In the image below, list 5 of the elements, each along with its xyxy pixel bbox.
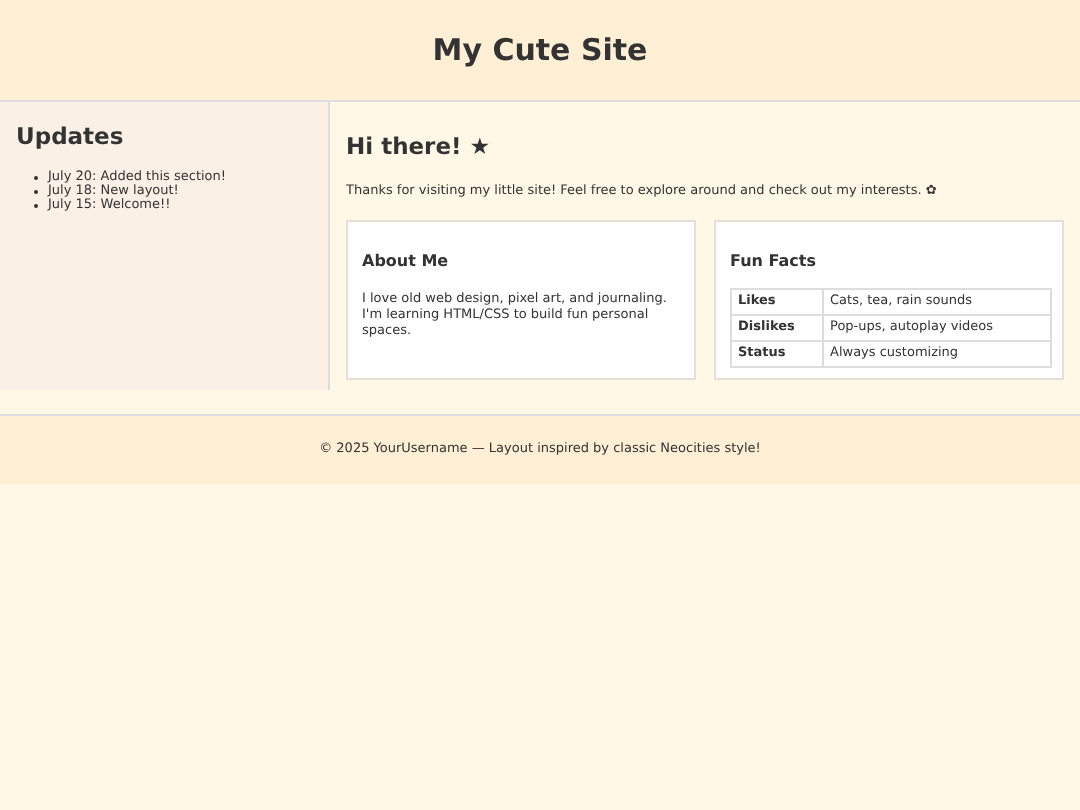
card-title: About Me xyxy=(362,250,451,274)
card-title: Fun Facts xyxy=(730,250,818,274)
site-title: My Cute Site xyxy=(432,29,648,72)
greeting-title: Hi there! ★ xyxy=(346,130,493,164)
sidebar-title: Updates xyxy=(16,120,126,154)
